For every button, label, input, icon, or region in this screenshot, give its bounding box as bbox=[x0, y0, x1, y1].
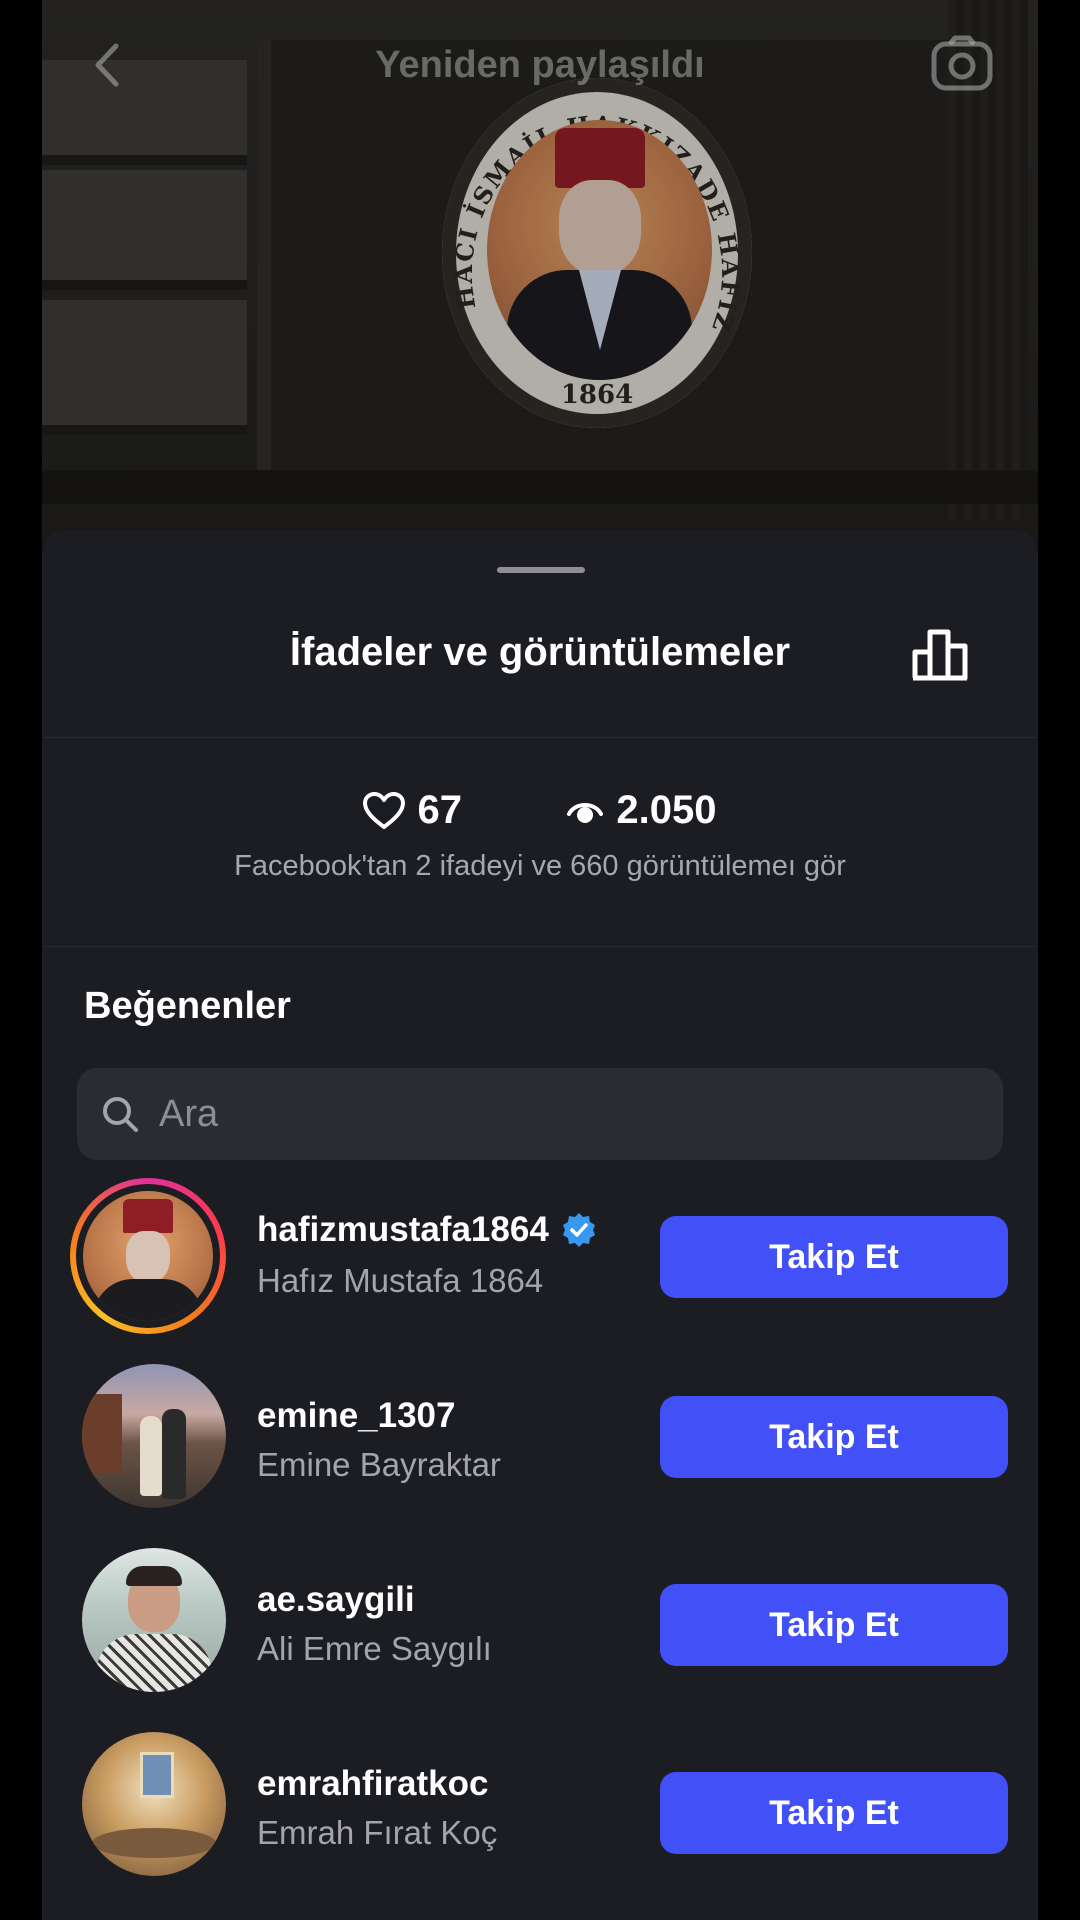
avatar-person bbox=[162, 1409, 186, 1499]
avatar[interactable] bbox=[82, 1732, 226, 1876]
follow-button[interactable]: Takip Et bbox=[660, 1216, 1008, 1298]
follow-button[interactable]: Takip Et bbox=[660, 1584, 1008, 1666]
avatar-table bbox=[92, 1828, 216, 1858]
avatar-hair bbox=[126, 1566, 182, 1586]
list-item[interactable]: emine_1307 Emine Bayraktar Takip Et bbox=[42, 1364, 1038, 1514]
divider bbox=[42, 737, 1038, 738]
user-handle[interactable]: hafizmustafa1864 bbox=[257, 1210, 597, 1250]
user-handle[interactable]: emine_1307 bbox=[257, 1396, 455, 1436]
avatar-frame bbox=[140, 1752, 174, 1798]
heart-icon bbox=[363, 791, 406, 829]
bar-chart-icon[interactable] bbox=[910, 624, 970, 684]
user-fullname: Hafız Mustafa 1864 bbox=[257, 1262, 544, 1299]
user-fullname: Ali Emre Saygılı bbox=[257, 1630, 492, 1667]
views-stat[interactable]: 2.050 bbox=[566, 788, 717, 833]
likes-count: 67 bbox=[417, 788, 462, 832]
follow-button[interactable]: Takip Et bbox=[660, 1772, 1008, 1854]
sheet-title: İfadeler ve görüntülemeler bbox=[289, 630, 791, 674]
camera-icon[interactable] bbox=[930, 34, 994, 94]
avatar[interactable] bbox=[82, 1364, 226, 1508]
list-item[interactable]: ae.saygili Ali Emre Saygılı Takip Et bbox=[42, 1548, 1038, 1698]
search-input[interactable] bbox=[157, 1091, 1003, 1137]
views-count: 2.050 bbox=[616, 788, 717, 832]
avatar-person bbox=[140, 1416, 162, 1496]
stats-row: 67 2.050 bbox=[42, 788, 1038, 833]
page-title: Yeniden paylaşıldı bbox=[375, 44, 705, 86]
likes-stat[interactable]: 67 bbox=[363, 788, 462, 833]
divider bbox=[42, 946, 1038, 947]
sheet-grabber[interactable] bbox=[497, 567, 585, 573]
user-fullname: Emrah Fırat Koç bbox=[257, 1814, 498, 1851]
top-bar: Yeniden paylaşıldı bbox=[42, 0, 1038, 130]
verified-badge-icon bbox=[562, 1213, 595, 1247]
eye-icon bbox=[567, 802, 604, 823]
app-screen: HACI İSMAİL HAKKIZADE HAFIZ MUSTAFA 1864… bbox=[42, 0, 1038, 1920]
search-bar[interactable] bbox=[77, 1068, 1003, 1160]
user-handle-text: hafizmustafa1864 bbox=[257, 1210, 549, 1249]
avatar-shirt bbox=[96, 1634, 212, 1692]
avatar-face bbox=[126, 1231, 170, 1283]
user-handle[interactable]: emrahfiratkoc bbox=[257, 1764, 488, 1804]
list-item[interactable]: emrahfiratkoc Emrah Fırat Koç Takip Et bbox=[42, 1732, 1038, 1882]
search-icon bbox=[103, 1097, 138, 1132]
section-heading: Beğenenler bbox=[84, 985, 291, 1027]
avatar-coat bbox=[93, 1279, 203, 1321]
user-fullname: Emine Bayraktar bbox=[257, 1446, 501, 1483]
avatar[interactable] bbox=[82, 1548, 226, 1692]
follow-button[interactable]: Takip Et bbox=[660, 1396, 1008, 1478]
avatar-building bbox=[82, 1394, 122, 1474]
avatar bbox=[83, 1191, 213, 1321]
facebook-stats-link[interactable]: Facebook'tan 2 ifadeyi ve 660 görüntülem… bbox=[42, 850, 1038, 883]
avatar-fez bbox=[123, 1199, 173, 1233]
story-ring[interactable] bbox=[70, 1178, 226, 1334]
reactions-sheet: İfadeler ve görüntülemeler 67 2.050 Face… bbox=[42, 530, 1038, 1920]
list-item[interactable]: hafizmustafa1864 Hafız Mustafa 1864 Taki… bbox=[42, 1178, 1038, 1334]
user-handle[interactable]: ae.saygili bbox=[257, 1580, 415, 1620]
